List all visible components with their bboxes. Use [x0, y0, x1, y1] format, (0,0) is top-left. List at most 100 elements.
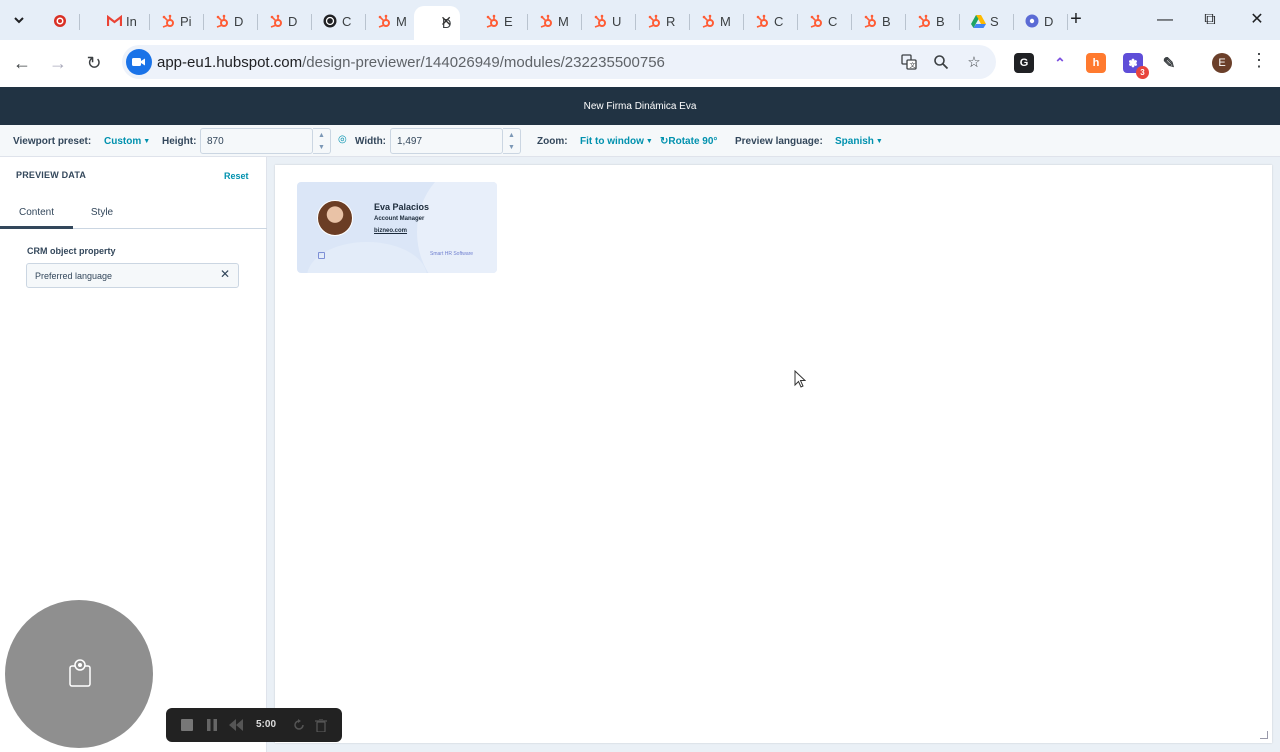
browser-tab[interactable]: [44, 6, 80, 36]
page-title: New Firma Dinámica Eva: [583, 100, 697, 112]
browser-tab-title: R: [666, 13, 676, 29]
browser-tab[interactable]: C: [314, 6, 366, 36]
clear-icon[interactable]: ✕: [220, 267, 230, 281]
preview-data-title: PREVIEW DATA: [16, 170, 87, 180]
grammarly-extension-icon[interactable]: G: [1014, 53, 1034, 73]
tab-content[interactable]: Content: [0, 197, 73, 229]
address-bar[interactable]: app-eu1.hubspot.com/design-previewer/144…: [122, 45, 996, 79]
browser-tab[interactable]: D ✕: [414, 6, 460, 40]
viewport-preset-dropdown[interactable]: Custom ▼: [104, 136, 150, 147]
capture-extension-icon[interactable]: ✽ 3: [1123, 53, 1149, 79]
resize-handle-icon[interactable]: [1260, 731, 1268, 739]
browser-tab[interactable]: C: [746, 6, 798, 36]
profile-avatar[interactable]: E: [1212, 53, 1232, 73]
signature-website-link[interactable]: bizneo.com: [374, 228, 407, 234]
browser-tab-title: D: [1044, 13, 1054, 29]
target-icon: [52, 13, 68, 29]
chevron-down-icon: ▼: [143, 138, 151, 145]
browser-tab[interactable]: B: [908, 6, 960, 36]
hubspot-icon: [862, 13, 878, 29]
tab-separator: [635, 14, 636, 30]
viewport-preset-value: Custom: [104, 136, 142, 147]
browser-tab-title: B: [936, 13, 945, 29]
browser-tab[interactable]: R: [638, 6, 690, 36]
browser-tab[interactable]: U: [584, 6, 636, 36]
new-tab-button[interactable]: +: [1066, 9, 1086, 30]
browser-tab[interactable]: E: [476, 6, 528, 36]
increment-icon[interactable]: ▲: [313, 129, 330, 141]
signature-role: Account Manager: [374, 216, 425, 222]
pause-icon[interactable]: [204, 717, 220, 733]
zoom-label: Zoom:: [537, 136, 568, 147]
link-dimensions-icon[interactable]: ◎: [338, 134, 347, 145]
height-stepper[interactable]: ▲ ▼: [313, 128, 331, 154]
zoom-dropdown[interactable]: Fit to window ▼: [580, 136, 653, 147]
tab-separator: [581, 14, 582, 30]
reload-icon[interactable]: ↻: [83, 52, 105, 74]
tab-separator: [149, 14, 150, 30]
hubspot-icon: [700, 13, 716, 29]
browser-tab[interactable]: M: [530, 6, 582, 36]
width-input[interactable]: 1,497: [390, 128, 503, 154]
crm-object-property-select[interactable]: Preferred language: [26, 263, 239, 288]
tab-separator: [257, 14, 258, 30]
browser-tab[interactable]: D: [1016, 6, 1068, 36]
browser-tab[interactable]: B: [854, 6, 906, 36]
close-window-button[interactable]: ✕: [1245, 8, 1269, 32]
browser-tab[interactable]: M: [692, 6, 744, 36]
browser-tab-title: Pi: [180, 13, 192, 29]
tab-separator: [311, 14, 312, 30]
browser-tab[interactable]: In: [98, 6, 150, 36]
translate-icon[interactable]: 文: [900, 53, 918, 71]
recording-timer: 5:00: [256, 719, 277, 730]
bookmark-star-icon[interactable]: ☆: [965, 53, 983, 71]
browser-tab[interactable]: C: [800, 6, 852, 36]
browser-tab[interactable]: S: [962, 6, 1014, 36]
hubspot-extension-icon[interactable]: h: [1086, 53, 1106, 73]
decrement-icon[interactable]: ▼: [313, 141, 330, 153]
forward-arrow-icon[interactable]: →: [47, 52, 69, 74]
increment-icon[interactable]: ▲: [503, 129, 520, 141]
tab-style[interactable]: Style: [73, 197, 131, 229]
stop-recording-button[interactable]: [179, 717, 195, 733]
tab-search-chevron-icon[interactable]: [6, 8, 32, 32]
restore-window-button[interactable]: ⧉: [1198, 8, 1222, 32]
signature-background-shape: [307, 242, 427, 273]
rewind-icon[interactable]: [228, 717, 244, 733]
hubspot-icon: [916, 13, 932, 29]
browser-tab[interactable]: Pi: [152, 6, 204, 36]
browser-menu-icon[interactable]: ⋮: [1250, 50, 1268, 71]
trash-icon[interactable]: [313, 717, 329, 733]
tab-separator: [365, 14, 366, 30]
decrement-icon[interactable]: ▼: [503, 141, 520, 153]
back-arrow-icon[interactable]: ←: [11, 52, 33, 74]
hubspot-icon: [592, 13, 608, 29]
browser-tab[interactable]: D: [206, 6, 258, 36]
close-tab-icon[interactable]: ✕: [440, 13, 452, 30]
restart-icon[interactable]: [291, 717, 307, 733]
browser-tab[interactable]: D: [260, 6, 312, 36]
clickup-extension-icon[interactable]: ⌃: [1050, 53, 1070, 73]
rotate-button[interactable]: ↻Rotate 90°: [660, 136, 717, 147]
extensions-puzzle-icon[interactable]: ✎: [1159, 53, 1179, 73]
tab-separator: [527, 14, 528, 30]
browser-tab-title: C: [342, 13, 352, 29]
browser-tab[interactable]: M: [368, 6, 420, 36]
minimize-window-button[interactable]: —: [1153, 8, 1177, 32]
height-label: Height:: [162, 136, 197, 147]
webcam-bubble[interactable]: [5, 600, 153, 748]
site-info-icon[interactable]: [126, 49, 152, 75]
tab-separator: [689, 14, 690, 30]
preview-language-dropdown[interactable]: Spanish ▼: [835, 136, 883, 147]
width-stepper[interactable]: ▲ ▼: [503, 128, 521, 154]
zoom-icon[interactable]: [932, 53, 950, 71]
hubspot-icon: [538, 13, 554, 29]
browser-tab-title: E: [504, 13, 513, 29]
company-logo-icon: [318, 252, 325, 259]
openai-icon: [322, 13, 338, 29]
browser-tab-title: M: [396, 13, 407, 29]
height-input[interactable]: 870: [200, 128, 313, 154]
reset-button[interactable]: Reset: [224, 171, 249, 181]
url-text[interactable]: app-eu1.hubspot.com/design-previewer/144…: [157, 54, 665, 71]
preview-language-label: Preview language:: [735, 136, 823, 147]
